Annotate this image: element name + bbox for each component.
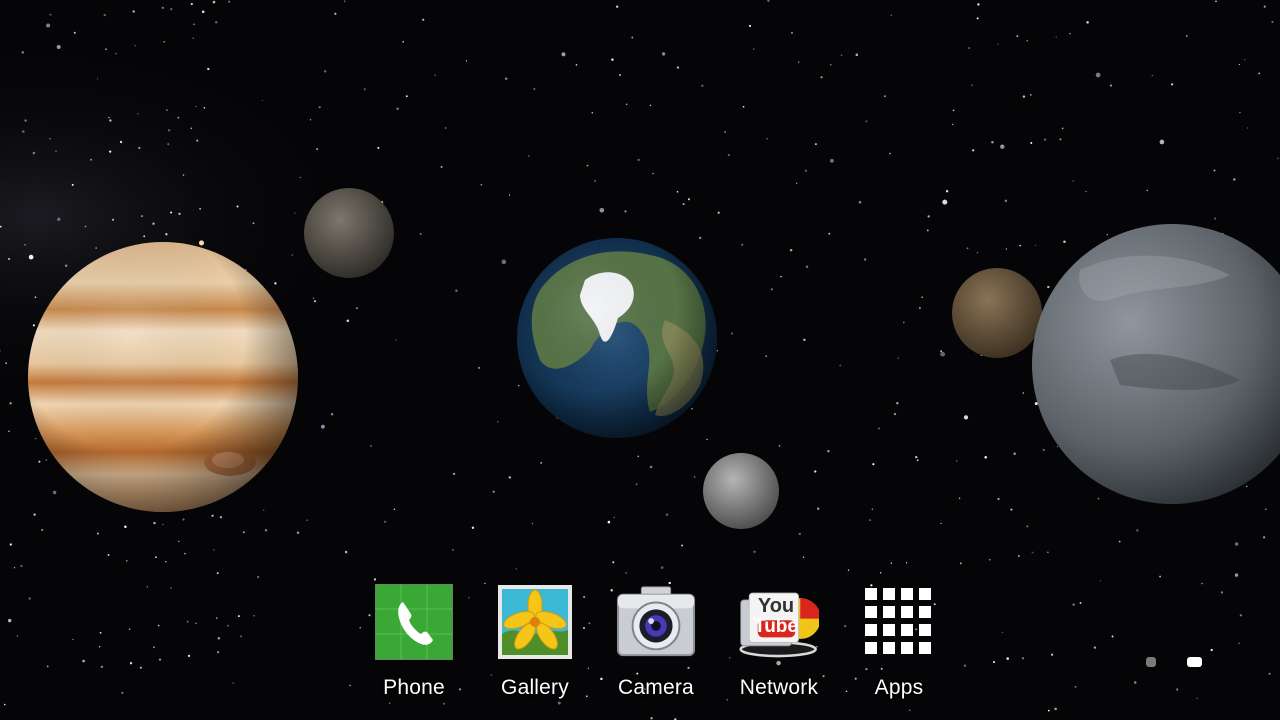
apps-grid-icon[interactable]: [859, 582, 939, 662]
gallery-shortcut[interactable]: Gallery: [480, 582, 590, 702]
apps-grid-square: [883, 588, 895, 600]
network-label: Network: [739, 676, 819, 699]
youtube-logo: You Tube: [754, 594, 798, 637]
apps-grid-square: [919, 606, 931, 618]
apps-grid-square: [865, 624, 877, 636]
moon-small: [703, 453, 779, 529]
apps-grid-square: [883, 624, 895, 636]
apps-drawer-button[interactable]: Apps: [844, 582, 954, 702]
apps-grid-square: [919, 624, 931, 636]
apps-grid-square: [883, 642, 895, 654]
apps-grid-square: [865, 606, 877, 618]
camera-shortcut[interactable]: Camera: [601, 582, 711, 702]
apps-grid-square: [919, 588, 931, 600]
apps-grid-square: [901, 588, 913, 600]
apps-label: Apps: [874, 676, 924, 699]
apps-grid-square: [901, 606, 913, 618]
jupiter-planet: [28, 242, 298, 512]
moon-dark: [304, 188, 394, 278]
apps-grid-square: [919, 642, 931, 654]
network-folder[interactable]: You Tube Network: [724, 582, 834, 702]
apps-grid-square: [901, 642, 913, 654]
apps-grid-square: [883, 606, 895, 618]
phone-shortcut[interactable]: Phone: [359, 582, 469, 702]
page-dot-1[interactable]: [1146, 657, 1156, 667]
phone-label: Phone: [383, 676, 445, 699]
camera-icon[interactable]: [616, 582, 696, 662]
app-dock: Phone Gallery Camera You Tube Network Ap…: [372, 582, 942, 702]
moon-brown: [952, 268, 1042, 358]
gallery-icon[interactable]: [495, 582, 575, 662]
apps-grid-square: [865, 642, 877, 654]
page-indicator: [1140, 655, 1210, 671]
page-dot-2-active[interactable]: [1187, 657, 1202, 667]
camera-label: Camera: [618, 676, 694, 699]
phone-icon[interactable]: [374, 582, 454, 662]
apps-grid-square: [865, 588, 877, 600]
earth-planet: [517, 238, 717, 438]
apps-grid-square: [901, 624, 913, 636]
gallery-label: Gallery: [501, 676, 569, 699]
network-folder-icon[interactable]: You Tube: [739, 582, 819, 662]
